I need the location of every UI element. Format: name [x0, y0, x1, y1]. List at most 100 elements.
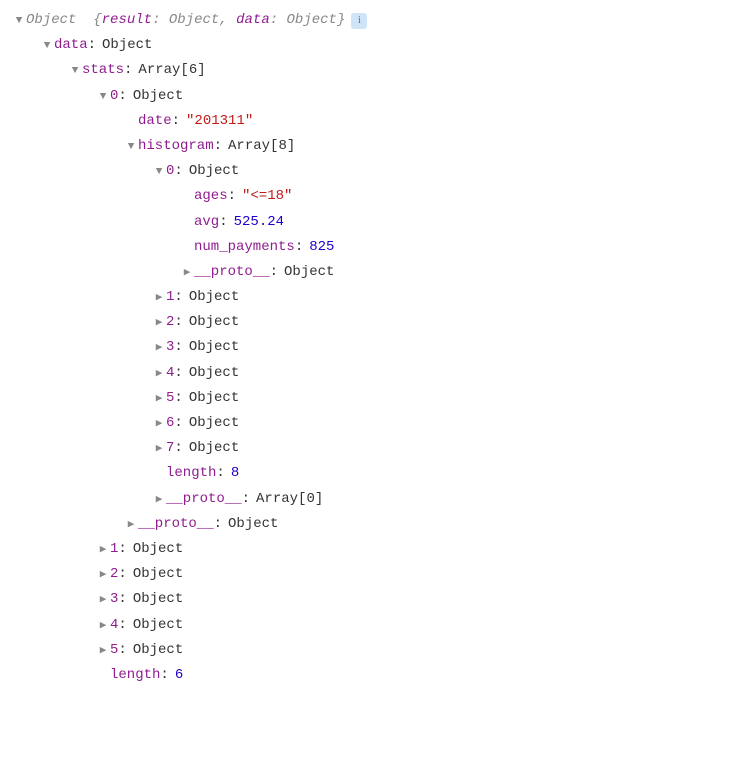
tree-row-hist-3[interactable]: 3: Object [12, 335, 722, 360]
expand-arrow-icon[interactable] [124, 138, 138, 158]
tree-row-ages[interactable]: ages: "<=18" [12, 184, 722, 209]
tree-row-stats[interactable]: stats: Array[6] [12, 58, 722, 83]
collapse-arrow-icon[interactable] [96, 642, 110, 662]
brace-open: { [93, 12, 101, 28]
key-stats: stats [82, 58, 124, 83]
key-hist-3: 3 [166, 335, 174, 360]
collapse-arrow-icon[interactable] [96, 541, 110, 561]
summary-key-data: data [236, 12, 270, 28]
val-date: "201311" [186, 109, 253, 134]
key-hist-2: 2 [166, 310, 174, 335]
key-hist-length: length [166, 461, 216, 486]
collapse-arrow-icon[interactable] [152, 491, 166, 511]
val-ages: "<=18" [242, 184, 292, 209]
val-hist-0: Object [189, 159, 239, 184]
key-stats-0: 0 [110, 84, 118, 109]
tree-row-hist-proto[interactable]: __proto__: Array[0] [12, 487, 722, 512]
tree-row-date[interactable]: date: "201311" [12, 109, 722, 134]
key-ages: ages [194, 184, 228, 209]
key-stats-1: 1 [110, 537, 118, 562]
tree-row-num-payments[interactable]: num_payments: 825 [12, 235, 722, 260]
val-num-payments: 825 [309, 235, 334, 260]
tree-row-hist-5[interactable]: 5: Object [12, 386, 722, 411]
summary-key-result: result [102, 12, 152, 28]
val-stats-3: Object [133, 587, 183, 612]
root-summary: Object {result: Object, data: Object} [26, 8, 345, 33]
collapse-arrow-icon[interactable] [180, 264, 194, 284]
brace-close: } [337, 12, 345, 28]
tree-row-hist-0[interactable]: 0: Object [12, 159, 722, 184]
val-stats-4: Object [133, 613, 183, 638]
tree-row-hist-4[interactable]: 4: Object [12, 361, 722, 386]
val-stats-length: 6 [175, 663, 183, 688]
tree-row-stats-3[interactable]: 3: Object [12, 587, 722, 612]
tree-row-data[interactable]: data: Object [12, 33, 722, 58]
val-hist-4: Object [189, 361, 239, 386]
val-data: Object [102, 33, 152, 58]
tree-row-stats-length[interactable]: length: 6 [12, 663, 722, 688]
val-avg: 525.24 [234, 210, 284, 235]
tree-row-stats-0-proto[interactable]: __proto__: Object [12, 512, 722, 537]
val-hist-6: Object [189, 411, 239, 436]
expand-arrow-icon[interactable] [40, 37, 54, 57]
tree-row-stats-4[interactable]: 4: Object [12, 613, 722, 638]
expand-arrow-icon[interactable] [12, 12, 26, 32]
val-hist-2: Object [189, 310, 239, 335]
key-stats-4: 4 [110, 613, 118, 638]
tree-row-stats-2[interactable]: 2: Object [12, 562, 722, 587]
expand-arrow-icon[interactable] [68, 62, 82, 82]
tree-row-hist-2[interactable]: 2: Object [12, 310, 722, 335]
key-hist-0: 0 [166, 159, 174, 184]
key-hist-4: 4 [166, 361, 174, 386]
tree-row-hist-7[interactable]: 7: Object [12, 436, 722, 461]
collapse-arrow-icon[interactable] [152, 440, 166, 460]
collapse-arrow-icon[interactable] [152, 314, 166, 334]
key-hist-7: 7 [166, 436, 174, 461]
tree-row-avg[interactable]: avg: 525.24 [12, 210, 722, 235]
tree-row-root[interactable]: Object {result: Object, data: Object} i [12, 8, 722, 33]
collapse-arrow-icon[interactable] [152, 365, 166, 385]
key-data: data [54, 33, 88, 58]
val-proto: Object [284, 260, 334, 285]
collapse-arrow-icon[interactable] [96, 591, 110, 611]
expand-arrow-icon[interactable] [96, 88, 110, 108]
tree-row-histogram[interactable]: histogram: Array[8] [12, 134, 722, 159]
val-stats-5: Object [133, 638, 183, 663]
summary-val-result: Object [169, 12, 219, 28]
key-hist-1: 1 [166, 285, 174, 310]
val-stats-1: Object [133, 537, 183, 562]
key-histogram: histogram [138, 134, 214, 159]
tree-row-stats-0[interactable]: 0: Object [12, 84, 722, 109]
collapse-arrow-icon[interactable] [152, 289, 166, 309]
root-label: Object [26, 12, 76, 28]
key-stats-length: length [110, 663, 160, 688]
val-stats: Array[6] [138, 58, 205, 83]
info-icon[interactable]: i [351, 13, 367, 29]
key-stats-3: 3 [110, 587, 118, 612]
val-stats-2: Object [133, 562, 183, 587]
key-hist-6: 6 [166, 411, 174, 436]
key-avg: avg [194, 210, 219, 235]
tree-row-hist-6[interactable]: 6: Object [12, 411, 722, 436]
val-hist-5: Object [189, 386, 239, 411]
collapse-arrow-icon[interactable] [152, 339, 166, 359]
key-stats-0-proto: __proto__ [138, 512, 214, 537]
key-date: date [138, 109, 172, 134]
tree-row-hist-0-proto[interactable]: __proto__: Object [12, 260, 722, 285]
collapse-arrow-icon[interactable] [96, 617, 110, 637]
tree-row-hist-1[interactable]: 1: Object [12, 285, 722, 310]
val-histogram: Array[8] [228, 134, 295, 159]
collapse-arrow-icon[interactable] [152, 415, 166, 435]
expand-arrow-icon[interactable] [152, 163, 166, 183]
val-hist-1: Object [189, 285, 239, 310]
collapse-arrow-icon[interactable] [124, 516, 138, 536]
summary-val-data: Object [287, 12, 337, 28]
val-stats-0: Object [133, 84, 183, 109]
val-stats-0-proto: Object [228, 512, 278, 537]
collapse-arrow-icon[interactable] [152, 390, 166, 410]
tree-row-stats-5[interactable]: 5: Object [12, 638, 722, 663]
tree-row-stats-1[interactable]: 1: Object [12, 537, 722, 562]
tree-row-hist-length[interactable]: length: 8 [12, 461, 722, 486]
collapse-arrow-icon[interactable] [96, 566, 110, 586]
val-hist-3: Object [189, 335, 239, 360]
